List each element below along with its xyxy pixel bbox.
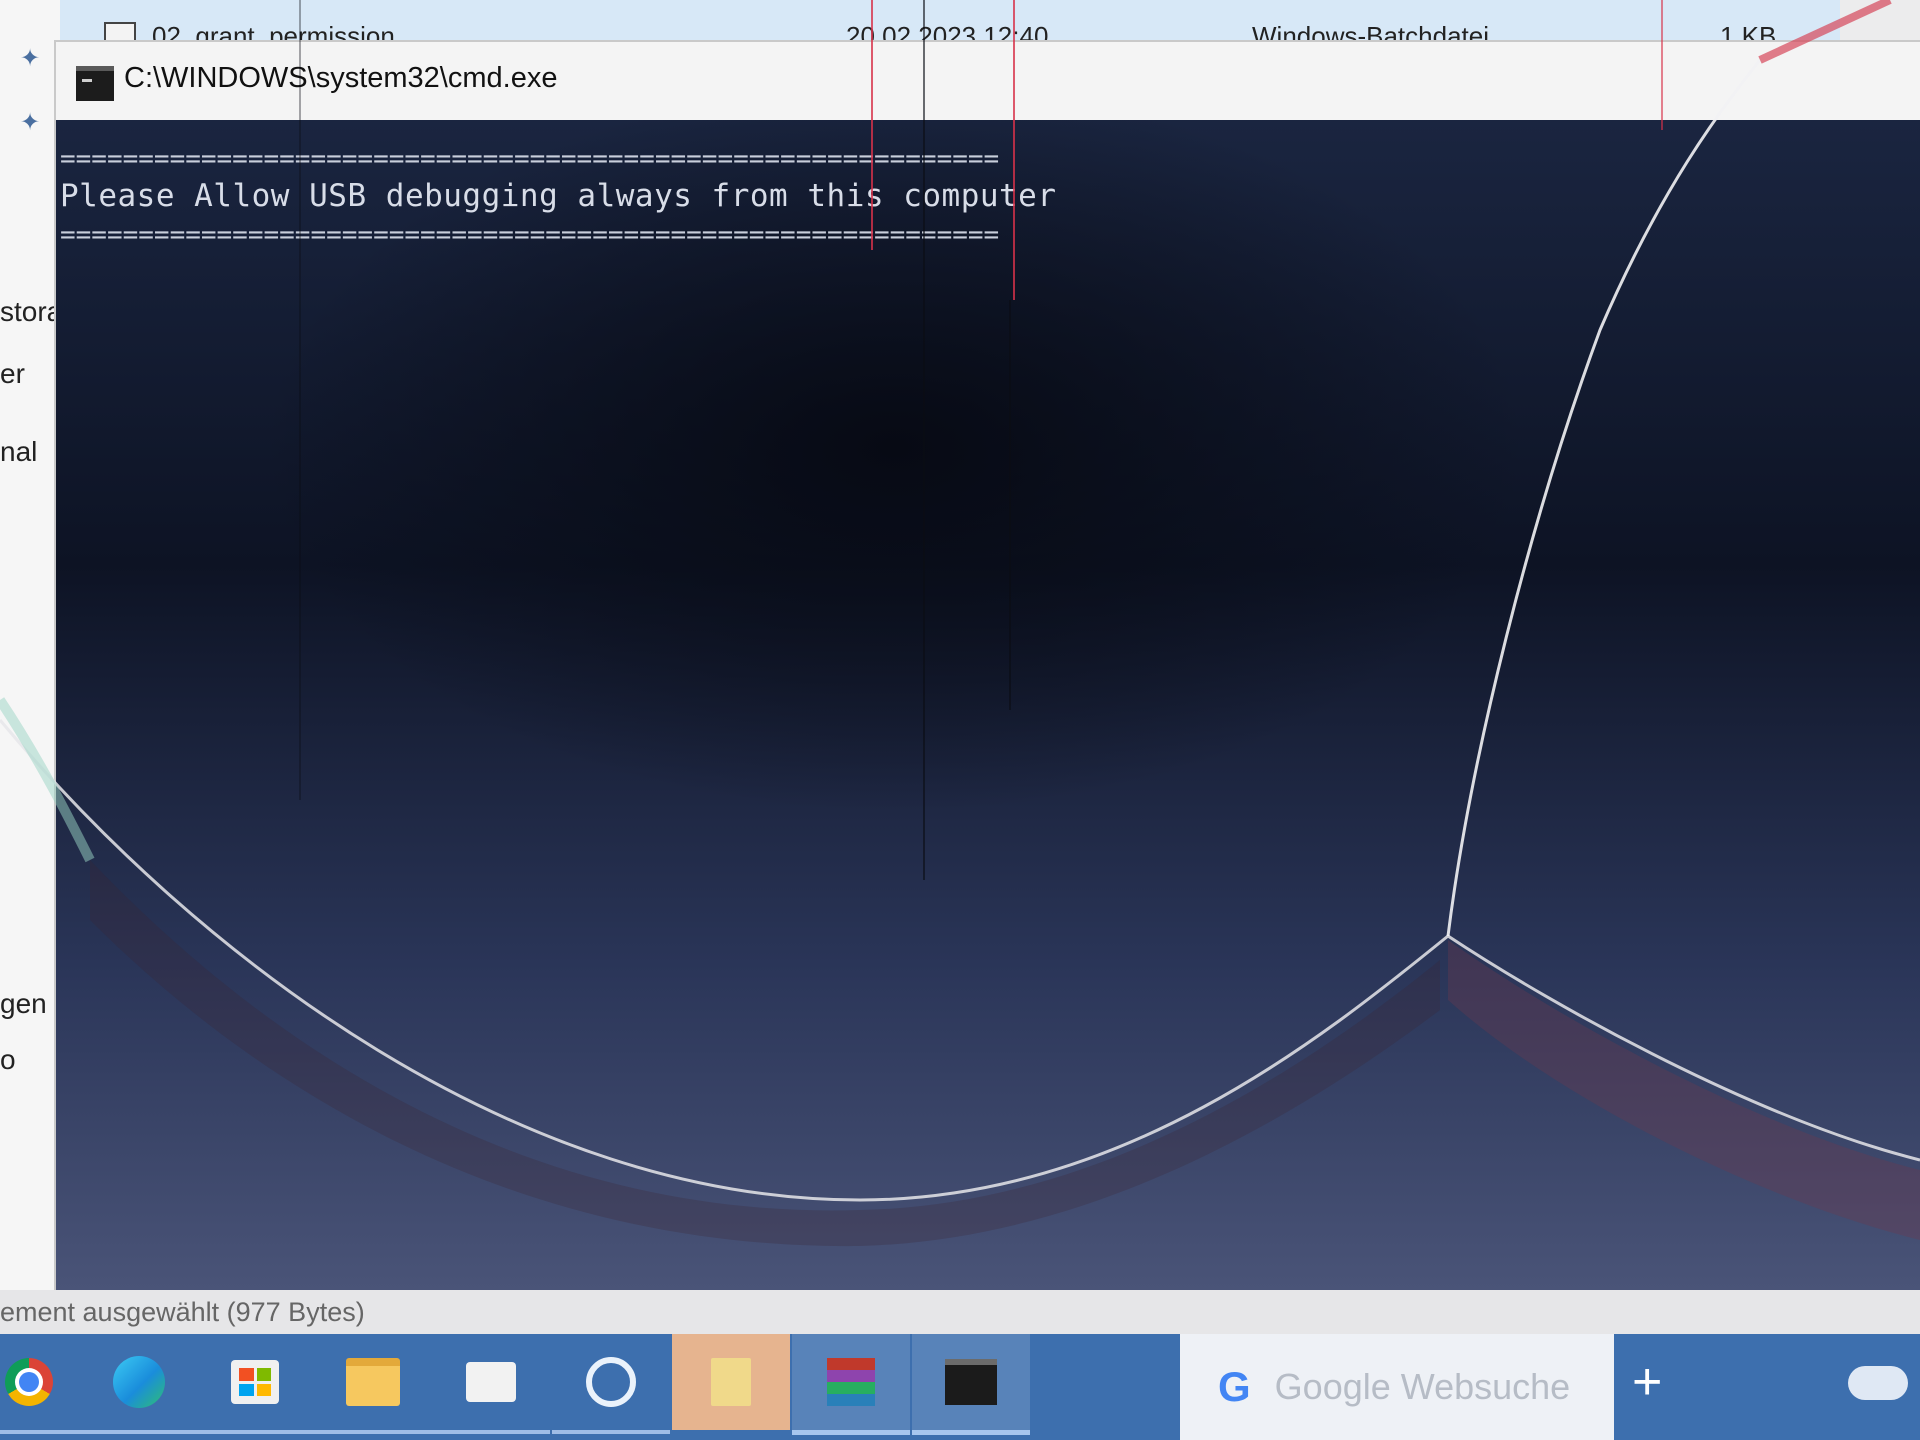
add-button[interactable]: +: [1632, 1354, 1662, 1410]
quick-access-item[interactable]: er: [0, 358, 25, 390]
cmd-window[interactable]: C:\WINDOWS\system32\cmd.exe ============…: [56, 42, 1920, 1292]
console-separator: ========================================…: [60, 144, 1000, 174]
cmd-window-icon[interactable]: [76, 66, 114, 101]
taskbar-chat[interactable]: [432, 1334, 550, 1434]
edge-icon: [113, 1356, 165, 1408]
taskbar-notepad[interactable]: [672, 1334, 790, 1430]
taskbar-file-explorer[interactable]: [314, 1334, 432, 1434]
explorer-status-bar: ement ausgewählt (977 Bytes): [0, 1290, 1920, 1334]
google-icon: G: [1218, 1363, 1251, 1410]
taskbar-cmd[interactable]: [912, 1334, 1030, 1435]
taskbar-edge[interactable]: [80, 1334, 198, 1434]
taskbar-store[interactable]: [196, 1334, 314, 1434]
status-text: ement ausgewählt (977 Bytes): [0, 1297, 365, 1327]
chrome-icon: [5, 1358, 53, 1406]
console-separator: ========================================…: [60, 220, 1000, 250]
sync-icon: [586, 1357, 636, 1407]
quick-access-item[interactable]: o: [0, 1044, 16, 1076]
pin-icon[interactable]: ✦: [20, 108, 40, 137]
taskbar-sync[interactable]: [552, 1334, 670, 1434]
quick-access-item[interactable]: gen: [0, 988, 47, 1020]
search-placeholder: Google Websuche: [1274, 1366, 1571, 1407]
cmd-console[interactable]: ========================================…: [56, 120, 1920, 1292]
google-search-box[interactable]: G Google Websuche: [1180, 1334, 1614, 1440]
taskbar-winrar[interactable]: [792, 1334, 910, 1435]
file-explorer-icon: [346, 1358, 400, 1406]
quick-access-item[interactable]: stora: [0, 296, 62, 328]
cloud-icon[interactable]: [1848, 1366, 1908, 1400]
file-row[interactable]: 02_grant_permission 20.02.2023 12:40 Win…: [60, 0, 1840, 50]
taskbar: G Google Websuche +: [0, 1334, 1920, 1440]
pin-icon[interactable]: ✦: [20, 44, 40, 73]
store-icon: [231, 1360, 279, 1404]
quick-access-item[interactable]: nal: [0, 436, 37, 468]
console-message: Please Allow USB debugging always from t…: [60, 178, 1057, 214]
desktop-screen: ✦ ✦ stora er nal gen o 02_grant_permissi…: [0, 0, 1920, 1440]
cmd-icon: [945, 1359, 997, 1405]
cmd-window-title: C:\WINDOWS\system32\cmd.exe: [124, 62, 558, 94]
winrar-icon: [827, 1358, 875, 1406]
chat-icon: [466, 1362, 516, 1402]
cmd-titlebar[interactable]: C:\WINDOWS\system32\cmd.exe: [56, 42, 1920, 121]
notepad-icon: [711, 1358, 751, 1406]
taskbar-chrome[interactable]: [0, 1334, 88, 1434]
